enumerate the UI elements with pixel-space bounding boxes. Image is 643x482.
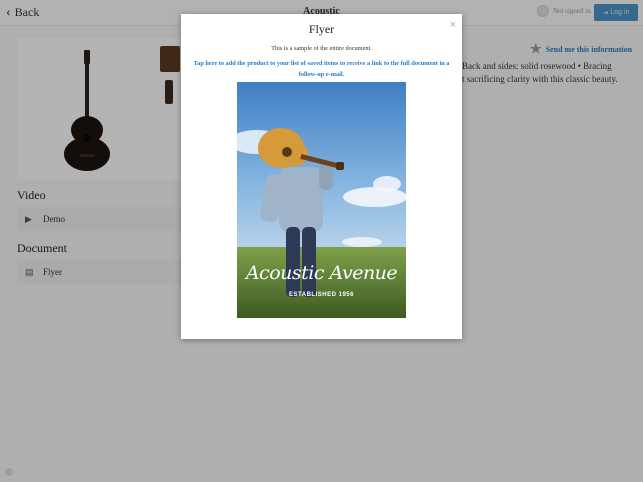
- save-document-link[interactable]: Tap here to add the product to your list…: [189, 58, 454, 80]
- modal-title: Flyer: [308, 22, 335, 36]
- flyer-subtitle: ESTABLISHED 1956: [289, 292, 354, 298]
- document-preview-modal: × Flyer This is a sample of the entire d…: [181, 14, 462, 339]
- flyer-title: Acoustic Avenue: [245, 262, 398, 284]
- flyer-preview-image: Acoustic Avenue ESTABLISHED 1956: [237, 82, 406, 318]
- modal-subtitle: This is a sample of the entire document.: [271, 45, 372, 52]
